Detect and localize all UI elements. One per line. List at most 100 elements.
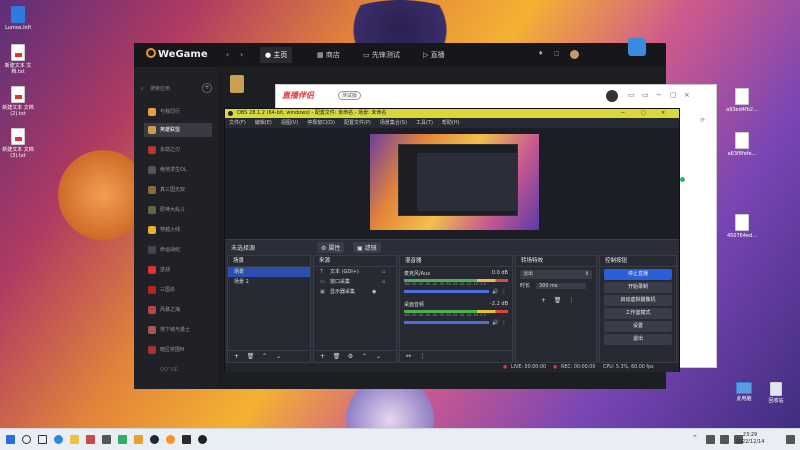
tab-live[interactable]: ▷ 直播 bbox=[418, 47, 450, 63]
edge-icon[interactable] bbox=[54, 435, 63, 444]
start-recording-button[interactable]: 开始录制 bbox=[604, 282, 672, 293]
game-item[interactable]: 风暴之海 bbox=[144, 303, 212, 317]
visibility-icon[interactable]: ◉ bbox=[372, 287, 376, 297]
windows-start-icon[interactable] bbox=[6, 435, 15, 444]
tab-beta[interactable]: ▭ 先锋测试 bbox=[358, 47, 405, 63]
minimize-icon[interactable]: − bbox=[621, 109, 625, 118]
source-item[interactable]: T 文本 (GDI+) ▫ bbox=[314, 267, 396, 277]
desktop-icon-file-2[interactable]: a63f8fefe... bbox=[724, 132, 760, 157]
lock-icon[interactable]: ▫ bbox=[382, 277, 385, 287]
filters-button[interactable]: ▣ 滤镜 bbox=[353, 242, 381, 253]
minimize-icon[interactable]: − bbox=[656, 91, 662, 99]
game-item[interactable]: 暗区突围M bbox=[144, 343, 212, 357]
lock-icon[interactable]: ▫ bbox=[382, 267, 385, 277]
speaker-icon[interactable]: 🔊 bbox=[492, 289, 498, 295]
task-view-icon[interactable] bbox=[38, 435, 47, 444]
game-item[interactable]: 逆战 bbox=[144, 263, 212, 277]
menu-file[interactable]: 文件(F) bbox=[229, 120, 246, 126]
desktop-icon-txt-2[interactable]: 新建文本 文档(2).txt bbox=[0, 86, 36, 117]
menu-tools[interactable]: 工具(T) bbox=[416, 120, 433, 126]
chevron-down-icon[interactable]: ⌄ bbox=[374, 352, 383, 361]
app-icon[interactable] bbox=[86, 435, 95, 444]
obs-taskbar-icon[interactable] bbox=[198, 435, 207, 444]
more-icon[interactable]: ⋮ bbox=[567, 296, 576, 305]
virtual-camera-button[interactable]: 启动虚拟摄像机 bbox=[604, 295, 672, 306]
menu-docks[interactable]: 停靠窗口(D) bbox=[307, 120, 335, 126]
chevron-up-icon[interactable]: ⌃ bbox=[360, 352, 369, 361]
game-item[interactable]: 与我同行 bbox=[144, 105, 212, 119]
more-icon[interactable]: ⋮ bbox=[502, 320, 507, 326]
app-icon[interactable] bbox=[134, 435, 143, 444]
more-icon[interactable]: ⋮ bbox=[502, 289, 507, 295]
delete-icon[interactable]: 🗑 bbox=[553, 296, 562, 305]
add-icon[interactable]: + bbox=[318, 352, 327, 361]
desktop-icon-lumos[interactable]: Lumos.Infi bbox=[0, 6, 36, 31]
avatar[interactable] bbox=[570, 50, 579, 59]
add-icon[interactable]: + bbox=[539, 296, 548, 305]
source-item[interactable]: ▭ 窗口采集 ▫ bbox=[314, 277, 396, 287]
app-icon[interactable] bbox=[182, 435, 191, 444]
transition-select[interactable]: 淡出 ⇕ bbox=[520, 270, 592, 279]
desktop-icon-this-pc[interactable]: 此电脑 bbox=[726, 382, 762, 402]
network-icon[interactable] bbox=[706, 435, 715, 444]
game-item[interactable]: QQ飞车 bbox=[144, 363, 212, 377]
more-icon[interactable]: ⋮ bbox=[418, 352, 427, 361]
studio-mode-button[interactable]: 工作室模式 bbox=[604, 308, 672, 319]
gear-icon[interactable]: ⚙ bbox=[346, 352, 355, 361]
min-icon[interactable]: ▭ bbox=[628, 91, 635, 99]
app-icon[interactable] bbox=[102, 435, 111, 444]
properties-button[interactable]: ⚙ 属性 bbox=[317, 242, 345, 253]
menu-scene-collection[interactable]: 场景集合(S) bbox=[380, 120, 407, 126]
taskbar-clock[interactable]: 23:29 2022/12/14 bbox=[730, 432, 770, 446]
link-icon[interactable]: ⚯ bbox=[404, 352, 413, 361]
menu-edit[interactable]: 编辑(E) bbox=[255, 120, 272, 126]
add-icon[interactable]: + bbox=[202, 83, 212, 93]
message-icon[interactable]: ▢ bbox=[554, 50, 560, 57]
settings-icon[interactable]: ▭ bbox=[642, 91, 649, 99]
chevron-up-icon[interactable]: ⌃ bbox=[260, 352, 269, 361]
notification-icon[interactable]: ♦ bbox=[538, 50, 543, 57]
avatar[interactable] bbox=[606, 90, 618, 102]
menu-profile[interactable]: 配置文件(P) bbox=[344, 120, 371, 126]
game-item[interactable]: 命运战纪 bbox=[144, 243, 212, 257]
preview-canvas[interactable] bbox=[370, 134, 539, 230]
scene-item[interactable]: 场景 2 bbox=[228, 277, 310, 287]
obs-preview[interactable] bbox=[225, 128, 679, 239]
add-icon[interactable]: + bbox=[232, 352, 241, 361]
desktop-icon-txt[interactable]: 新建文本 文档.txt bbox=[0, 44, 36, 75]
menu-view[interactable]: 视图(V) bbox=[281, 120, 298, 126]
game-item[interactable]: 地下城与勇士 bbox=[144, 323, 212, 337]
volume-slider[interactable] bbox=[404, 290, 490, 293]
desktop-icon-file-3[interactable]: 450764ed... bbox=[724, 214, 760, 239]
desktop-icon-file-1[interactable]: a93ed4fb2... bbox=[724, 88, 760, 113]
game-item[interactable]: 三国杀 bbox=[144, 283, 212, 297]
close-icon[interactable]: × bbox=[684, 91, 690, 99]
tray-arrow-icon[interactable]: ⌃ bbox=[692, 434, 701, 443]
forward-icon[interactable]: › bbox=[240, 50, 243, 59]
maximize-icon[interactable]: ▢ bbox=[641, 109, 646, 118]
steam-icon[interactable] bbox=[150, 435, 159, 444]
wegame-taskbar-icon[interactable] bbox=[166, 435, 175, 444]
delete-icon[interactable]: 🗑 bbox=[246, 352, 255, 361]
game-item-selected[interactable]: 英雄联盟 bbox=[144, 123, 212, 137]
game-item[interactable]: 永劫之刃 bbox=[144, 143, 212, 157]
game-item[interactable]: 穿越火线 bbox=[144, 223, 212, 237]
back-icon[interactable]: ‹ bbox=[226, 50, 229, 59]
search-icon[interactable] bbox=[22, 435, 31, 444]
settings-button[interactable]: 设置 bbox=[604, 321, 672, 332]
explorer-icon[interactable] bbox=[70, 435, 79, 444]
scene-item-selected[interactable]: 场景 bbox=[228, 267, 310, 277]
close-icon[interactable]: × bbox=[661, 109, 665, 118]
exit-button[interactable]: 退出 bbox=[604, 334, 672, 345]
volume-slider[interactable] bbox=[404, 321, 490, 324]
duration-input[interactable]: 300 ms bbox=[536, 283, 587, 289]
game-item[interactable]: 真三国无双 bbox=[144, 183, 212, 197]
stop-streaming-button[interactable]: 停止直播 bbox=[604, 269, 672, 280]
refresh-icon[interactable]: ⟳ bbox=[700, 117, 705, 124]
source-item[interactable]: ▣ 显示器采集 ◉ bbox=[314, 287, 396, 297]
menu-help[interactable]: 帮助(H) bbox=[442, 120, 460, 126]
notification-icon[interactable] bbox=[786, 435, 795, 444]
app-icon[interactable] bbox=[118, 435, 127, 444]
tab-store[interactable]: ▦ 商店 bbox=[312, 47, 345, 63]
delete-icon[interactable]: 🗑 bbox=[332, 352, 341, 361]
